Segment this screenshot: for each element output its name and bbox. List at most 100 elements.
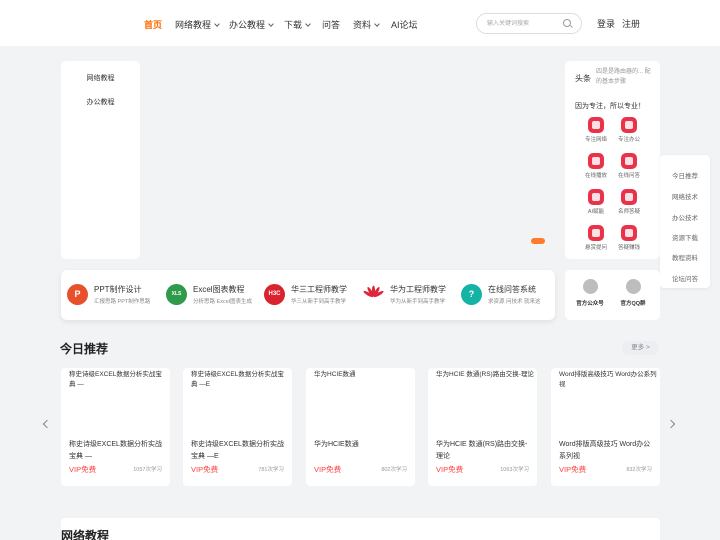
feature-title: 华三工程师教学 [291,285,347,294]
nav-network-tutorials[interactable]: 网络教程 [175,18,220,31]
qq-icon [625,279,641,294]
card-image-alt: 称史诗级EXCEL数据分析实战宝典 — [69,371,162,388]
course-card[interactable]: Word排版高级技巧 Word办公系列视 Word排版高级技巧 Word办公系列… [551,368,660,486]
official-label: 官方QQ群 [620,301,646,307]
carousel-indicator[interactable] [531,238,545,244]
nav-label: 资料 [353,20,372,30]
course-card[interactable]: 华为HCIE数通 华为HCIE数通 VIP免费 802次学习 [306,368,415,486]
service-office[interactable]: 专注办公 [609,117,649,143]
nav-home[interactable]: 首页 [144,18,162,31]
excel-icon: XLS [166,284,187,305]
side-nav-today[interactable]: 今日推荐 [660,170,710,180]
info-panel: 头条 四是是路由器的... 配的基本步骤 因为专注，所以专业！ 专注网络 专注办… [565,61,660,259]
card-title[interactable]: 华为HCIE数通 [314,439,410,451]
section-title-today: 今日推荐 [60,342,109,356]
feature-desc: 求资源 问技术 就来这 [488,299,541,305]
side-nav-office[interactable]: 办公技术 [660,212,710,222]
ppt-icon: P [67,284,88,305]
headline-label: 头条 [575,74,591,83]
service-teacher[interactable]: 名师答疑 [609,189,649,215]
register-link[interactable]: 注册 [622,17,640,30]
course-card[interactable]: 华为HCIE 数通(RS)路由交换-理论 华为HCIE 数通(RS)路由交换-理… [428,368,537,486]
feature-strip: P PPT制作设计 汇报思路 PPT制作思路 XLS Excel图表教程 分析思… [61,270,555,320]
ai-icon [588,189,604,205]
service-label: 答疑赚钱 [617,245,640,251]
nav-label: 问答 [322,20,341,30]
search-input[interactable] [487,18,557,30]
network-tutorials-section: 网络教程 [61,518,660,540]
headline-ticker[interactable]: 四是是路由器的... 配的基本步骤 [596,67,654,91]
card-image-alt: 称史诗级EXCEL数据分析实战宝典 —E [191,371,284,388]
feature-title: PPT制作设计 [94,285,142,294]
study-count: 832次学习 [626,467,652,473]
search-box [476,13,582,34]
chevron-down-icon [214,21,220,27]
study-count: 802次学习 [381,467,407,473]
feature-desc: 华三从新手到高手教学 [291,299,347,305]
qa-system-icon: ? [461,284,482,305]
floating-side-nav: 今日推荐 网络技术 办公技术 资源下载 教程资料 论坛问答 [660,155,710,288]
official-qq-group[interactable]: 官方QQ群 [613,279,653,307]
vip-badge: VIP免费 [191,465,219,474]
carousel-next-icon[interactable] [666,419,676,429]
category-office[interactable]: 办公教程 [61,97,140,107]
service-label: 名师答疑 [617,209,640,215]
service-earn[interactable]: 答疑赚钱 [609,225,649,251]
search-icon[interactable] [563,19,571,27]
card-image-alt: Word排版高级技巧 Word办公系列视 [559,371,657,388]
qa-icon [621,153,637,169]
teacher-icon [621,189,637,205]
study-count: 1063次学习 [500,467,529,473]
card-image-alt: 华为HCIE数通 [314,371,356,378]
study-count: 1057次学习 [133,467,162,473]
nav-label: 办公教程 [229,20,266,30]
feature-title: Excel图表教程 [193,285,245,294]
carousel-prev-icon[interactable] [42,419,52,429]
huawei-logo-icon [363,284,384,305]
course-card[interactable]: 称史诗级EXCEL数据分析实战宝典 — 称史诗级EXCEL数据分析实战宝典 — … [61,368,170,486]
side-nav-forum[interactable]: 论坛问答 [660,273,710,283]
chevron-down-icon [268,21,274,27]
side-nav-downloads[interactable]: 资源下载 [660,232,710,242]
category-menu: 网络教程 办公教程 [61,61,140,259]
side-nav-materials[interactable]: 教程资料 [660,252,710,262]
official-wechat[interactable]: 官方公众号 [570,279,610,307]
course-card[interactable]: 称史诗级EXCEL数据分析实战宝典 —E 称史诗级EXCEL数据分析实战宝典 —… [183,368,292,486]
network-icon [588,117,604,133]
category-network[interactable]: 网络教程 [61,73,140,83]
banner-carousel[interactable] [148,61,557,259]
slogan: 因为专注，所以专业！ [575,103,645,110]
feature-desc: 华为从新手到高手教学 [390,299,446,305]
more-button[interactable]: 更多 > [622,341,659,355]
service-label: 在线问答 [617,173,640,179]
card-title[interactable]: 华为HCIE 数通(RS)路由交换-理论 [436,439,532,463]
service-qa[interactable]: 在线问答 [609,153,649,179]
official-accounts: 官方公众号 官方QQ群 [565,270,660,320]
card-title[interactable]: 称史诗级EXCEL数据分析实战宝典 —E [191,439,287,463]
top-header: 首页 网络教程 办公教程 下载 问答 资料 AI论坛 登录 注册 [0,0,720,46]
feature-title: 在线问答系统 [488,285,536,294]
section-title-network: 网络教程 [61,529,110,540]
nav-materials[interactable]: 资料 [353,18,380,31]
earn-icon [621,225,637,241]
vip-badge: VIP免费 [559,465,587,474]
nav-label: AI论坛 [391,20,418,30]
vip-badge: VIP免费 [69,465,97,474]
nav-label: 下载 [284,20,303,30]
play-icon [588,153,604,169]
nav-ai-forum[interactable]: AI论坛 [391,18,418,31]
side-nav-network[interactable]: 网络技术 [660,191,710,201]
nav-download[interactable]: 下载 [284,18,311,31]
login-link[interactable]: 登录 [597,17,615,30]
card-title[interactable]: 称史诗级EXCEL数据分析实战宝典 — [69,439,165,463]
reward-icon [588,225,604,241]
office-icon [621,117,637,133]
nav-label: 网络教程 [175,20,212,30]
card-title[interactable]: Word排版高级技巧 Word办公系列视 [559,439,655,463]
chevron-down-icon [374,21,380,27]
vip-badge: VIP免费 [314,465,342,474]
service-label: 专注办公 [617,137,640,143]
nav-office-tutorials[interactable]: 办公教程 [229,18,274,31]
nav-qa[interactable]: 问答 [322,18,340,31]
official-label: 官方公众号 [576,301,604,307]
